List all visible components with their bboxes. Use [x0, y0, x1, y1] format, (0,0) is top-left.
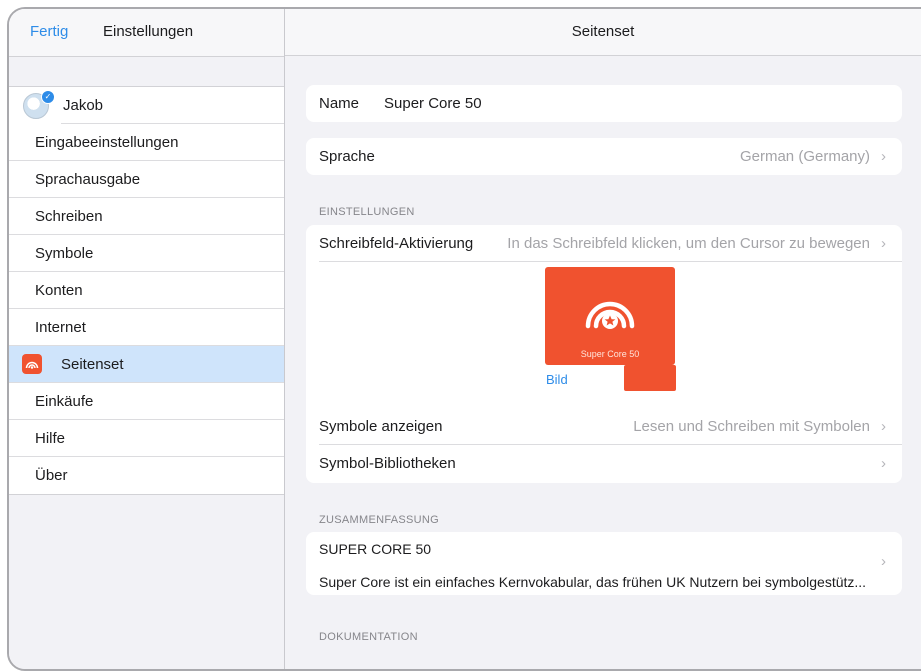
- sidebar-item-label: Hilfe: [35, 430, 66, 447]
- show-symbols-label: Symbole anzeigen: [319, 418, 443, 435]
- sidebar-item-input-settings[interactable]: Eingabeeinstellungen: [9, 124, 284, 161]
- name-card: Name Super Core 50: [306, 85, 902, 122]
- sidebar-item-about[interactable]: Über: [9, 457, 284, 494]
- sidebar-item-user[interactable]: ✓ Jakob: [9, 87, 284, 124]
- symbol-libraries-row[interactable]: Symbol-Bibliotheken ›: [306, 445, 902, 482]
- documentation-section-header: DOKUMENTATION: [319, 631, 418, 643]
- sidebar-item-speech[interactable]: Sprachausgabe: [9, 161, 284, 198]
- sidebar-item-label: Über: [35, 467, 68, 484]
- sidebar-item-label: Konten: [35, 282, 83, 299]
- language-label: Sprache: [319, 148, 375, 165]
- detail-header: Seitenset: [285, 9, 921, 56]
- sidebar-item-accounts[interactable]: Konten: [9, 272, 284, 309]
- pageset-icon: [22, 354, 42, 374]
- sidebar-item-label: Einkäufe: [35, 393, 94, 410]
- chevron-right-icon: ›: [881, 455, 886, 472]
- summary-text: Super Core ist ein einfaches Kernvokabul…: [319, 574, 867, 590]
- done-button[interactable]: Fertig: [30, 23, 68, 40]
- activation-row[interactable]: Schreibfeld-Aktivierung In das Schreibfe…: [306, 225, 902, 262]
- sidebar-list: ✓ Jakob Eingabeeinstellungen Sprachausga…: [9, 86, 284, 495]
- chevron-right-icon: ›: [881, 418, 886, 435]
- sidebar-title: Einstellungen: [103, 23, 194, 40]
- sidebar-item-label: Eingabeeinstellungen: [35, 134, 179, 151]
- page-title: Seitenset: [571, 23, 635, 40]
- sidebar-item-purchases[interactable]: Einkäufe: [9, 383, 284, 420]
- chevron-right-icon: ›: [881, 553, 886, 570]
- sidebar-item-label: Symbole: [35, 245, 94, 262]
- pageset-logo-icon: [585, 301, 635, 329]
- app-window: Fertig Einstellungen ✓ Jakob Eingabeeins…: [7, 7, 921, 671]
- name-label: Name: [319, 95, 360, 112]
- show-symbols-row[interactable]: Symbole anzeigen Lesen und Schreiben mit…: [306, 408, 902, 445]
- chevron-right-icon: ›: [881, 235, 886, 252]
- settings-section-header: EINSTELLUNGEN: [319, 206, 415, 218]
- name-field[interactable]: Super Core 50: [384, 85, 482, 122]
- settings-sidebar: Fertig Einstellungen ✓ Jakob Eingabeeins…: [9, 9, 285, 669]
- image-link[interactable]: Bild: [546, 372, 568, 387]
- sidebar-item-pageset[interactable]: Seitenset: [9, 346, 284, 383]
- language-card: Sprache German (Germany) ›: [306, 138, 902, 175]
- sidebar-item-help[interactable]: Hilfe: [9, 420, 284, 457]
- sidebar-item-internet[interactable]: Internet: [9, 309, 284, 346]
- sidebar-item-label: Schreiben: [35, 208, 103, 225]
- sidebar-header: Fertig Einstellungen: [9, 9, 284, 57]
- color-swatch-button[interactable]: [624, 365, 676, 391]
- sidebar-item-symbols[interactable]: Symbole: [9, 235, 284, 272]
- check-badge-icon: ✓: [41, 90, 55, 104]
- sidebar-item-label: Seitenset: [61, 356, 124, 373]
- detail-pane: Seitenset Name Super Core 50 Sprache Ger…: [285, 9, 921, 669]
- language-row[interactable]: Sprache German (Germany) ›: [306, 138, 902, 175]
- tile-caption: Super Core 50: [580, 349, 640, 359]
- language-value: German (Germany): [739, 148, 870, 165]
- summary-title: SUPER CORE 50: [319, 541, 432, 557]
- pageset-image-tile[interactable]: Super Core 50: [545, 267, 675, 365]
- activation-value: In das Schreibfeld klicken, um den Curso…: [507, 235, 870, 252]
- user-name: Jakob: [63, 97, 104, 114]
- settings-card: Schreibfeld-Aktivierung In das Schreibfe…: [306, 225, 902, 483]
- summary-card[interactable]: SUPER CORE 50 Super Core ist ein einfach…: [306, 532, 902, 595]
- show-symbols-value: Lesen und Schreiben mit Symbolen: [633, 418, 870, 435]
- symbol-libraries-label: Symbol-Bibliotheken: [319, 455, 456, 472]
- chevron-right-icon: ›: [881, 148, 886, 165]
- summary-section-header: ZUSAMMENFASSUNG: [319, 514, 440, 526]
- activation-label: Schreibfeld-Aktivierung: [319, 235, 474, 252]
- sidebar-item-label: Internet: [35, 319, 86, 336]
- sidebar-item-label: Sprachausgabe: [35, 171, 141, 188]
- name-row[interactable]: Name Super Core 50: [306, 85, 902, 122]
- sidebar-item-writing[interactable]: Schreiben: [9, 198, 284, 235]
